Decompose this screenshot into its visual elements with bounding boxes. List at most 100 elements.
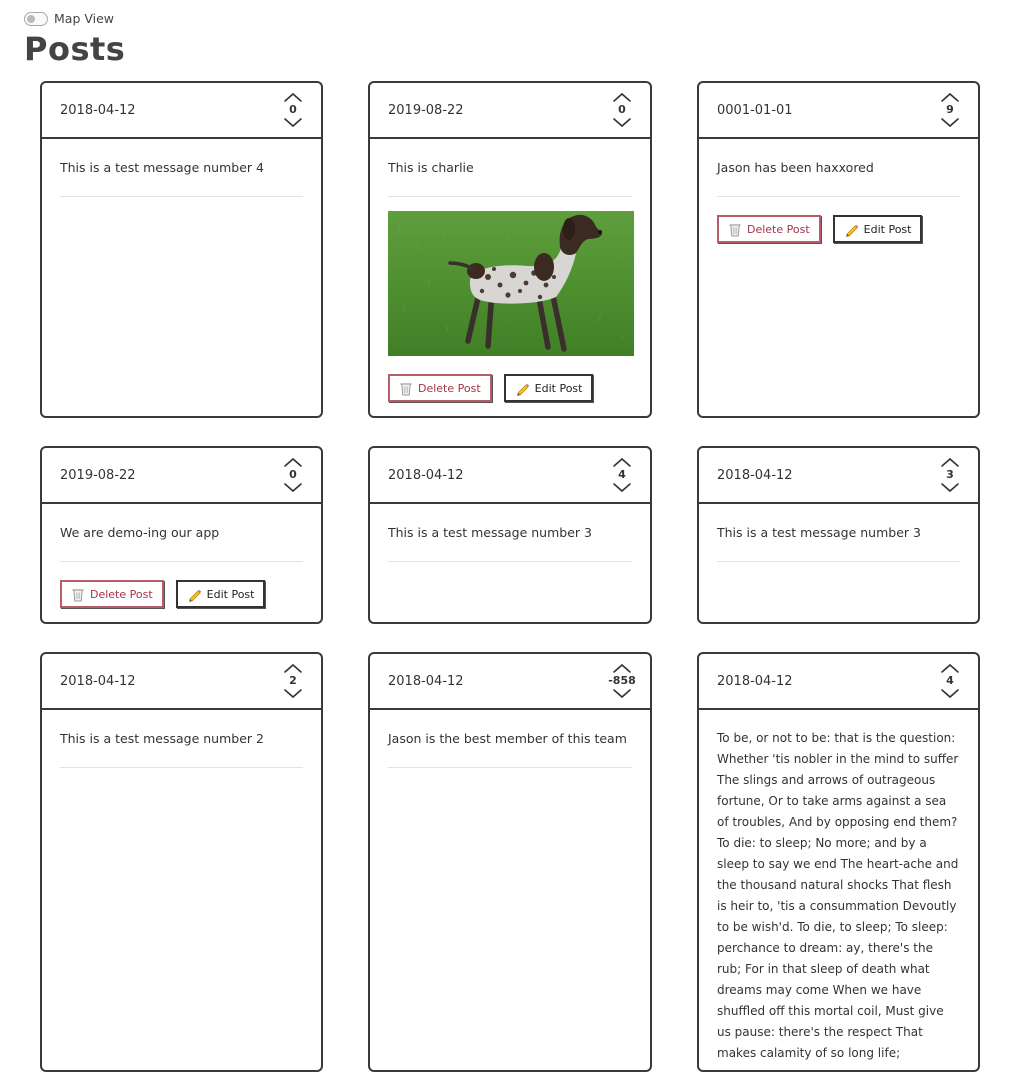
downvote-icon[interactable] <box>612 117 632 128</box>
posts-grid: 2018-04-12 0 This is a test message numb… <box>40 81 980 1072</box>
vote-control: 0 <box>281 457 305 493</box>
post-date: 2019-08-22 <box>388 102 464 118</box>
delete-post-label: Delete Post <box>747 222 810 236</box>
downvote-icon[interactable] <box>283 117 303 128</box>
post-header: 2019-08-22 0 <box>42 448 321 504</box>
post-card: 2018-04-12 3 This is a test message numb… <box>697 446 980 624</box>
post-divider <box>717 196 960 197</box>
delete-post-label: Delete Post <box>418 381 481 395</box>
vote-count: 3 <box>946 468 954 481</box>
vote-count: 4 <box>946 674 954 687</box>
post-actions: Delete Post Edit Post <box>717 215 960 243</box>
upvote-icon[interactable] <box>940 92 960 103</box>
vote-control: 4 <box>610 457 634 493</box>
post-card: 2018-04-12 4 To be, or not to be: that i… <box>697 652 980 1072</box>
post-date: 2018-04-12 <box>717 467 793 483</box>
vote-count: 2 <box>289 674 297 687</box>
post-header: 2018-04-12 2 <box>42 654 321 710</box>
trash-icon <box>400 382 412 395</box>
vote-control: 0 <box>281 92 305 128</box>
delete-post-button[interactable]: Delete Post <box>717 215 821 243</box>
post-body: Jason is the best member of this team <box>370 710 650 768</box>
post-date: 2018-04-12 <box>717 673 793 689</box>
upvote-icon[interactable] <box>283 457 303 468</box>
post-body: Jason has been haxxored Delete Post Edit… <box>699 139 978 243</box>
pencil-icon <box>188 589 201 602</box>
delete-post-button[interactable]: Delete Post <box>60 580 164 608</box>
delete-post-button[interactable]: Delete Post <box>388 374 492 402</box>
post-message: This is charlie <box>388 160 474 175</box>
post-header: 2018-04-12 -858 <box>370 654 650 710</box>
post-divider <box>388 196 632 197</box>
post-message: Jason has been haxxored <box>717 160 874 175</box>
upvote-icon[interactable] <box>940 457 960 468</box>
post-header: 0001-01-01 9 <box>699 83 978 139</box>
post-divider <box>60 767 303 768</box>
vote-count: 0 <box>289 468 297 481</box>
edit-post-button[interactable]: Edit Post <box>175 580 266 608</box>
post-card: 2018-04-12 2 This is a test message numb… <box>40 652 323 1072</box>
vote-control: 0 <box>610 92 634 128</box>
post-message: Jason is the best member of this team <box>388 731 627 746</box>
downvote-icon[interactable] <box>612 688 632 699</box>
upvote-icon[interactable] <box>940 663 960 674</box>
post-message: This is a test message number 4 <box>60 160 264 175</box>
map-view-label: Map View <box>54 11 115 26</box>
upvote-icon[interactable] <box>612 663 632 674</box>
post-card: 2018-04-12 4 This is a test message numb… <box>368 446 652 624</box>
downvote-icon[interactable] <box>940 482 960 493</box>
map-view-toggle-row: Map View <box>24 11 114 26</box>
post-header: 2019-08-22 0 <box>370 83 650 139</box>
upvote-icon[interactable] <box>612 92 632 103</box>
post-date: 0001-01-01 <box>717 102 793 118</box>
edit-post-button[interactable]: Edit Post <box>503 374 594 402</box>
vote-control: 4 <box>938 663 962 699</box>
post-divider <box>388 767 632 768</box>
edit-post-label: Edit Post <box>206 587 255 601</box>
edit-post-button[interactable]: Edit Post <box>832 215 923 243</box>
page-title: Posts <box>24 30 126 68</box>
post-message: This is a test message number 2 <box>60 731 264 746</box>
post-header: 2018-04-12 3 <box>699 448 978 504</box>
post-date: 2018-04-12 <box>388 467 464 483</box>
vote-count: -858 <box>608 674 636 687</box>
post-message: To be, or not to be: that is the questio… <box>717 731 959 1060</box>
post-card: 2019-08-22 0 We are demo-ing our app Del… <box>40 446 323 624</box>
map-view-toggle[interactable] <box>24 11 48 26</box>
pencil-icon <box>516 383 529 396</box>
vote-count: 0 <box>618 103 626 116</box>
post-card: 2019-08-22 0 This is charlie Delete Post… <box>368 81 652 418</box>
upvote-icon[interactable] <box>283 92 303 103</box>
post-card: 2018-04-12 -858 Jason is the best member… <box>368 652 652 1072</box>
post-actions: Delete Post Edit Post <box>388 374 632 402</box>
downvote-icon[interactable] <box>940 117 960 128</box>
edit-post-label: Edit Post <box>534 381 583 395</box>
vote-control: 9 <box>938 92 962 128</box>
post-date: 2019-08-22 <box>60 467 136 483</box>
downvote-icon[interactable] <box>283 688 303 699</box>
upvote-icon[interactable] <box>283 663 303 674</box>
post-body: This is a test message number 4 <box>42 139 321 197</box>
pencil-icon <box>845 224 858 237</box>
post-divider <box>717 561 960 562</box>
post-divider <box>60 196 303 197</box>
downvote-icon[interactable] <box>283 482 303 493</box>
upvote-icon[interactable] <box>612 457 632 468</box>
vote-count: 4 <box>618 468 626 481</box>
vote-count: 0 <box>289 103 297 116</box>
post-header: 2018-04-12 4 <box>699 654 978 710</box>
post-header: 2018-04-12 4 <box>370 448 650 504</box>
post-date: 2018-04-12 <box>60 102 136 118</box>
vote-control: -858 <box>608 663 636 699</box>
downvote-icon[interactable] <box>612 482 632 493</box>
post-message: We are demo-ing our app <box>60 525 220 540</box>
post-body: This is a test message number 3 <box>699 504 978 562</box>
vote-control: 2 <box>281 663 305 699</box>
downvote-icon[interactable] <box>940 688 960 699</box>
toggle-knob <box>27 14 35 23</box>
post-actions: Delete Post Edit Post <box>60 580 303 608</box>
post-divider <box>60 561 303 562</box>
post-body: This is a test message number 3 <box>370 504 650 562</box>
vote-count: 9 <box>946 103 954 116</box>
post-body: This is a test message number 2 <box>42 710 321 768</box>
